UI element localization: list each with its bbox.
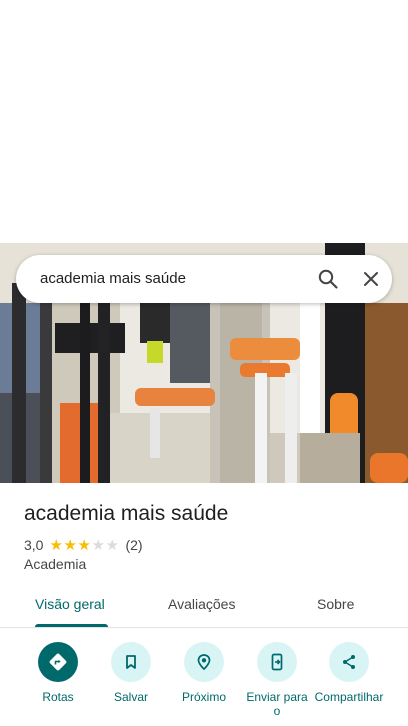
send-to-phone-button-circle[interactable] (257, 642, 297, 682)
nearby-button-circle[interactable] (184, 642, 224, 682)
active-tab-indicator (35, 624, 108, 627)
star-empty-icon: ★ (91, 536, 105, 554)
star-empty-icon: ★ (105, 536, 119, 554)
nearby-icon (197, 654, 211, 671)
rating-stars: ★ ★ ★ ★ ★ (49, 538, 119, 553)
directions-button-circle[interactable] (38, 642, 78, 682)
action-buttons: Rotas Salvar Próximo Enviar para o Compa… (0, 642, 408, 726)
place-title: academia mais saúde (24, 502, 229, 525)
rating-value: 3,0 (24, 537, 44, 553)
review-count[interactable]: (2) (125, 537, 142, 553)
search-input[interactable]: academia mais saúde (40, 270, 186, 287)
share-label: Compartilhar (314, 690, 384, 704)
share-button-circle[interactable] (329, 642, 369, 682)
nearby-label: Próximo (181, 690, 226, 704)
send-to-phone-icon (271, 653, 283, 671)
place-tabs: Visão geral Avaliações Sobre (0, 586, 408, 628)
star-icon: ★ (49, 536, 63, 554)
share-icon (343, 655, 355, 669)
map-area-blank (0, 0, 408, 243)
nearby-button[interactable]: Próximo (164, 642, 244, 704)
directions-label: Rotas (42, 690, 74, 704)
directions-icon (49, 653, 67, 671)
rating-row[interactable]: 3,0 ★ ★ ★ ★ ★ (2) (24, 536, 143, 554)
directions-button[interactable]: Rotas (18, 642, 98, 704)
send-to-phone-label: Enviar para o (246, 690, 308, 718)
send-to-phone-button[interactable]: Enviar para o (237, 642, 317, 718)
star-icon: ★ (63, 536, 77, 554)
bookmark-icon (126, 655, 136, 669)
tab-overview[interactable]: Visão geral (35, 596, 105, 612)
search-bar[interactable]: academia mais saúde (16, 255, 392, 303)
star-icon: ★ (77, 536, 91, 554)
close-icon[interactable] (360, 268, 382, 290)
share-button[interactable]: Compartilhar (309, 642, 389, 704)
save-label: Salvar (113, 690, 148, 704)
tab-about[interactable]: Sobre (317, 596, 354, 612)
save-button[interactable]: Salvar (91, 642, 171, 704)
place-category[interactable]: Academia (24, 556, 86, 572)
tab-reviews[interactable]: Avaliações (168, 596, 235, 612)
save-button-circle[interactable] (111, 642, 151, 682)
search-icon[interactable] (317, 268, 339, 290)
